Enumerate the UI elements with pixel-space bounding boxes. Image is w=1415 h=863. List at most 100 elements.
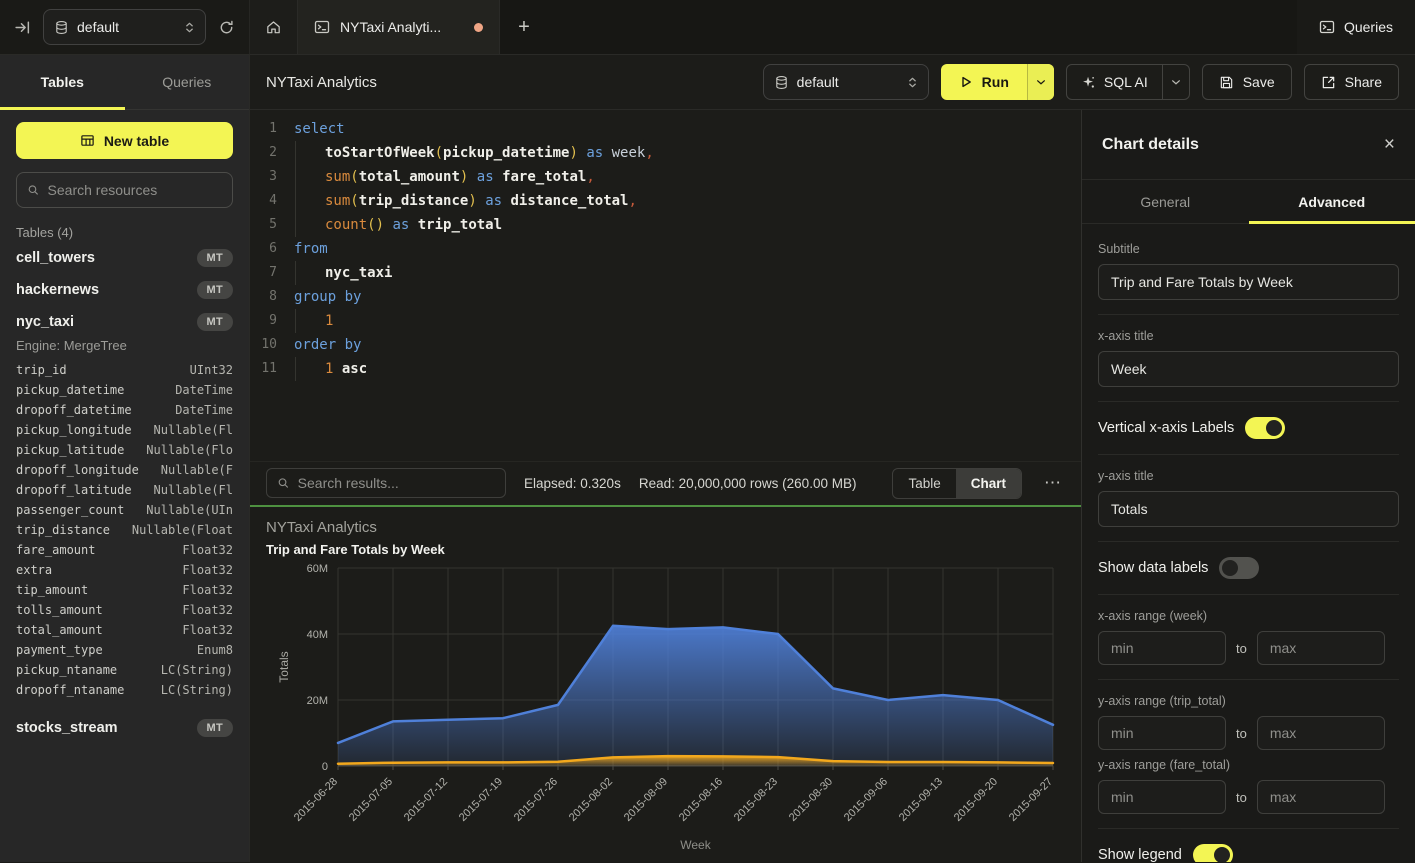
y-range-fare-max-input[interactable] (1257, 780, 1385, 814)
data-labels-toggle[interactable] (1219, 557, 1259, 579)
column-type: Float32 (182, 560, 233, 580)
column-type: Float32 (182, 540, 233, 560)
close-panel-button[interactable]: × (1384, 135, 1395, 154)
resource-search-input[interactable] (48, 182, 222, 198)
y-range-trip-min-input[interactable] (1098, 716, 1226, 750)
column-row: extraFloat32 (16, 560, 233, 580)
editor-line: 5count() as trip_total (250, 213, 1081, 237)
svg-text:2015-09-06: 2015-09-06 (842, 775, 890, 823)
svg-text:0: 0 (322, 761, 328, 773)
save-button[interactable]: Save (1202, 64, 1292, 100)
x-range-label: x-axis range (week) (1098, 609, 1399, 623)
view-toggle-chart[interactable]: Chart (956, 469, 1021, 498)
line-number: 8 (250, 285, 292, 309)
y-axis-title-input[interactable] (1098, 491, 1399, 527)
show-legend-toggle[interactable] (1193, 844, 1233, 862)
sidebar-tab-queries[interactable]: Queries (125, 55, 250, 109)
column-row: dropoff_latitudeNullable(Fl (16, 480, 233, 500)
column-type: DateTime (175, 400, 233, 420)
table-item[interactable]: hackernewsMT (16, 274, 233, 306)
column-type: UInt32 (190, 360, 233, 380)
results-menu-button[interactable]: ⋯ (1040, 473, 1065, 493)
run-button-label: Run (982, 74, 1009, 90)
subtitle-input[interactable] (1098, 264, 1399, 300)
sql-ai-options-button[interactable] (1162, 65, 1189, 99)
sql-editor[interactable]: 1select2toStartOfWeek(pickup_datetime) a… (250, 110, 1081, 461)
sidebar-body: New table Tables (4) cell_towersMThacker… (0, 110, 249, 862)
main-area: NYTaxi Analytics default Run (250, 55, 1415, 862)
column-type: Float32 (182, 600, 233, 620)
panel-tab-advanced[interactable]: Advanced (1249, 180, 1415, 223)
y-range-fare-min-input[interactable] (1098, 780, 1226, 814)
column-row: dropoff_datetimeDateTime (16, 400, 233, 420)
area-chart[interactable]: 020M40M60M2015-06-282015-07-052015-07-12… (266, 559, 1081, 863)
sidebar-tabs: Tables Queries (0, 55, 249, 110)
chevron-updown-icon (184, 21, 195, 34)
new-tab-button[interactable]: + (500, 0, 548, 54)
editor-line: 111 asc (250, 357, 1081, 381)
collapse-sidebar-icon (14, 19, 31, 36)
panel-title: Chart details (1102, 136, 1199, 154)
editor-column: 1select2toStartOfWeek(pickup_datetime) a… (250, 110, 1081, 862)
table-item[interactable]: stocks_streamMT (16, 712, 233, 744)
svg-text:2015-07-05: 2015-07-05 (347, 775, 395, 823)
run-options-button[interactable] (1027, 64, 1054, 100)
new-table-button[interactable]: New table (16, 122, 233, 159)
toolbar-database-selector[interactable]: default (763, 64, 929, 100)
database-selector[interactable]: default (43, 9, 206, 45)
view-toggle-table[interactable]: Table (893, 469, 955, 498)
column-row: trip_distanceNullable(Float (16, 520, 233, 540)
line-number: 11 (250, 357, 292, 381)
divider (1098, 541, 1399, 542)
table-item[interactable]: nyc_taxi MT (16, 306, 233, 338)
table-item[interactable]: cell_towersMT (16, 242, 233, 274)
share-button[interactable]: Share (1304, 64, 1399, 100)
table-name: nyc_taxi (16, 314, 74, 330)
collapse-sidebar-button[interactable] (14, 19, 31, 36)
query-tab[interactable]: NYTaxi Analyti... (298, 0, 500, 54)
table-name: stocks_stream (16, 720, 118, 736)
vertical-labels-toggle[interactable] (1245, 417, 1285, 439)
terminal-icon (314, 19, 330, 35)
chart-title: NYTaxi Analytics (266, 519, 1081, 536)
svg-text:2015-09-13: 2015-09-13 (897, 775, 945, 823)
top-bar: default NYTaxi Analyti... + (0, 0, 1415, 55)
engine-badge: MT (197, 313, 233, 331)
code-text: count() as trip_total (292, 213, 502, 237)
chart-details-panel: Chart details × General Advanced Subtitl… (1081, 110, 1415, 862)
column-row: pickup_datetimeDateTime (16, 380, 233, 400)
sidebar-tab-tables[interactable]: Tables (0, 55, 125, 109)
subtitle-field-label: Subtitle (1098, 242, 1399, 256)
x-range-min-input[interactable] (1098, 631, 1226, 665)
panel-tabs: General Advanced (1082, 180, 1415, 224)
sql-ai-button[interactable]: SQL AI (1066, 64, 1190, 100)
line-number: 1 (250, 117, 292, 141)
rows-read: Read: 20,000,000 rows (260.00 MB) (639, 476, 857, 491)
column-name: dropoff_ntaname (16, 680, 124, 700)
editor-line: 3sum(total_amount) as fare_total, (250, 165, 1081, 189)
data-labels-label: Show data labels (1098, 560, 1208, 576)
y-range-trip-max-input[interactable] (1257, 716, 1385, 750)
results-search-input[interactable] (298, 475, 495, 491)
column-type: Nullable(UIn (146, 500, 233, 520)
editor-line: 91 (250, 309, 1081, 333)
editor-line: 7nyc_taxi (250, 261, 1081, 285)
column-name: trip_distance (16, 520, 110, 540)
panel-tab-general[interactable]: General (1082, 180, 1249, 223)
x-axis-title-input[interactable] (1098, 351, 1399, 387)
refresh-button[interactable] (218, 19, 235, 36)
home-tab-button[interactable] (250, 0, 298, 54)
range-to-label: to (1236, 641, 1247, 656)
save-icon (1219, 75, 1234, 90)
run-button[interactable]: Run (941, 64, 1054, 100)
column-type: LC(String) (161, 660, 233, 680)
x-range-max-input[interactable] (1257, 631, 1385, 665)
svg-text:2015-08-16: 2015-08-16 (677, 775, 725, 823)
new-table-label: New table (104, 133, 169, 149)
column-row: dropoff_longitudeNullable(F (16, 460, 233, 480)
column-name: pickup_datetime (16, 380, 124, 400)
svg-text:Totals: Totals (277, 651, 291, 682)
editor-line: 2toStartOfWeek(pickup_datetime) as week, (250, 141, 1081, 165)
queries-button[interactable]: Queries (1297, 0, 1415, 54)
code-text: sum(total_amount) as fare_total, (292, 165, 595, 189)
